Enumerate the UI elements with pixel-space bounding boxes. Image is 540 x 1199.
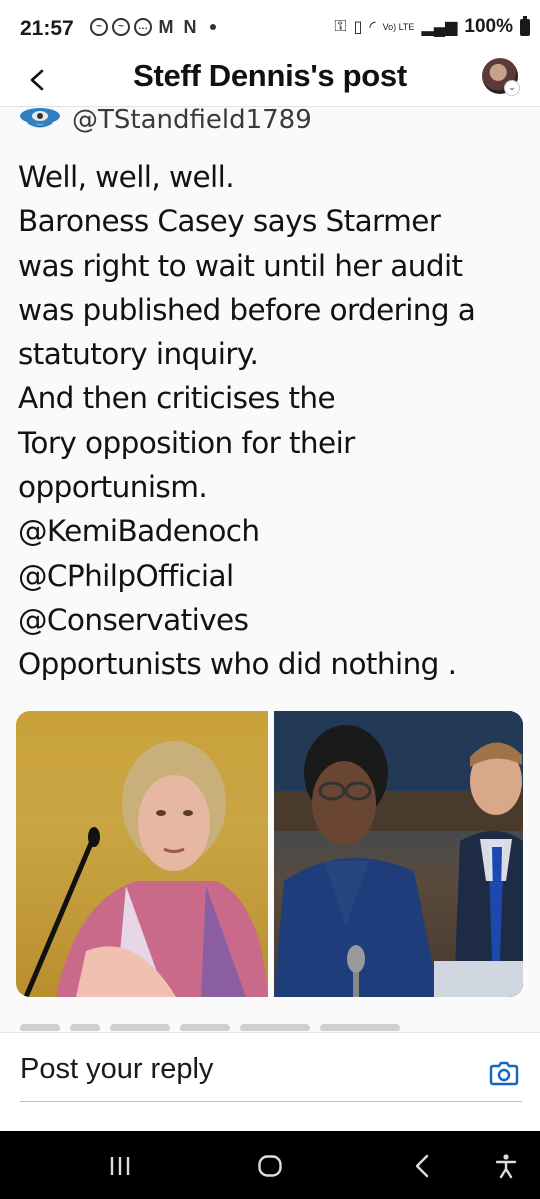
app-header: Steff Dennis's post ⌄ (0, 54, 540, 107)
key-icon: ⚿ (334, 18, 347, 35)
reply-bar: Post your reply (0, 1032, 540, 1131)
chat-icon: … (134, 18, 152, 36)
tweet-line: was published before ordering a (18, 292, 476, 327)
recent-apps-button[interactable] (98, 1149, 142, 1183)
accessibility-icon (495, 1154, 517, 1179)
home-button[interactable] (248, 1149, 292, 1183)
lte-label: Vo) LTE (382, 21, 415, 32)
status-right: ⚿ ▯ ◜ Vo) LTE ▂▄▆ 100% (334, 15, 530, 38)
status-time: 21:57 (20, 17, 74, 40)
recent-apps-icon (110, 1157, 130, 1175)
more-notifications-dot (210, 24, 216, 30)
home-icon (258, 1155, 282, 1177)
page-title: Steff Dennis's post (133, 58, 407, 93)
gmail-icon: M (158, 17, 174, 37)
messenger-icon: ~ (112, 18, 130, 36)
reply-input[interactable]: Post your reply (20, 1049, 522, 1102)
tweet-line: opportunism. (18, 470, 208, 505)
tweet-line: Opportunists who did nothing . (18, 647, 457, 682)
tweet-text: Well, well, well. Baroness Casey says St… (18, 155, 528, 687)
camera-icon (489, 1061, 519, 1086)
photo-woman-at-microphone (16, 711, 268, 997)
truncated-content (20, 1019, 520, 1031)
avatar[interactable]: ⌄ (482, 58, 520, 96)
chevron-down-icon: ⌄ (504, 80, 520, 96)
tweet-line: Baroness Casey says Starmer (18, 204, 441, 239)
status-bar: 21:57 ~ ~ … M N ⚿ ▯ ◜ Vo) LTE ▂▄▆ 100% (0, 0, 540, 54)
signal-icon: ▂▄▆ (421, 19, 458, 36)
post-content[interactable]: @TStandfield1789 Well, well, well. Baron… (0, 105, 540, 1032)
profile-logo-icon (18, 108, 62, 132)
messenger-icon: ~ (90, 18, 108, 36)
tweet-line: Tory opposition for their (18, 425, 355, 460)
tweet-mention: @Conservatives (18, 602, 249, 637)
sim-icon: ▯ (353, 19, 363, 36)
camera-button[interactable] (486, 1055, 522, 1091)
tweet-mention: @KemiBadenoch (18, 514, 260, 549)
tweet-mention: @CPhilpOfficial (18, 558, 234, 593)
tweet-line: statutory inquiry. (18, 337, 259, 372)
accessibility-button[interactable] (484, 1149, 528, 1183)
back-nav-button[interactable] (400, 1149, 444, 1183)
system-nav-bar (0, 1131, 540, 1199)
battery-percent: 100% (464, 16, 513, 37)
netflix-icon: N (183, 17, 197, 37)
battery-icon (520, 15, 530, 36)
tweet-handle-row: @TStandfield1789 (18, 103, 312, 137)
tweet-line: Well, well, well. (18, 160, 235, 194)
notification-icons: ~ ~ … M N (90, 18, 216, 36)
wifi-icon: ◜ (369, 19, 376, 36)
photo-woman-in-parliament (274, 711, 523, 997)
tweet-line: was right to wait until her audit (18, 248, 463, 283)
back-arrow-icon (415, 1154, 429, 1178)
tweet-photos (16, 711, 523, 997)
tweet-line: And then criticises the (18, 381, 336, 416)
tweet-handle: @TStandfield1789 (72, 105, 312, 135)
reply-placeholder: Post your reply (20, 1053, 214, 1085)
